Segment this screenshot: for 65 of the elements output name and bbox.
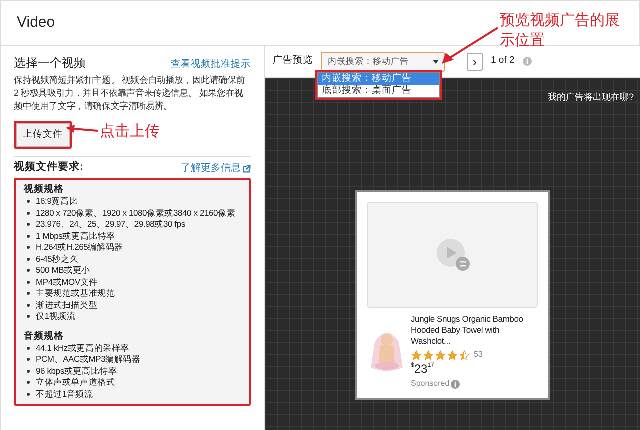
spec-heading: 视频规格 <box>24 184 65 196</box>
bullet-icon <box>27 358 30 362</box>
info-icon <box>522 57 532 66</box>
spec-item: 500 MB或更小 <box>36 265 90 276</box>
product-title[interactable]: Jungle Snugs Organic Bamboo Hooded Baby Towel with Washclot... <box>411 314 538 347</box>
star-icon <box>411 350 422 360</box>
spec-item: H.264或H.265编解码器 <box>36 242 124 254</box>
spec-item: PCM、AAC或MP3编解码器 <box>36 354 141 366</box>
bullet-icon <box>27 200 30 204</box>
review-count: 53 <box>474 349 483 361</box>
section-title: 选择一个视频 <box>14 55 86 72</box>
play-icon <box>434 238 470 272</box>
placement-select[interactable]: 内嵌搜索：移动广告 <box>321 52 445 72</box>
bullet-icon <box>27 292 30 296</box>
spec-item: 16:9宽高比 <box>36 196 78 208</box>
spec-item: 44.1 kHz或更高的采样率 <box>36 342 130 354</box>
dropdown-option[interactable]: 内嵌搜索：移动广告 <box>318 73 439 85</box>
page-counter: 1 of 2 <box>491 54 515 68</box>
spec-item: 1280 x 720像素、1920 x 1080像素或3840 x 2160像素 <box>36 208 236 219</box>
bullet-icon <box>27 212 30 215</box>
spec-item: MP4或MOV文件 <box>36 276 98 288</box>
learn-more-link[interactable]: 了解更多信息 <box>181 161 251 176</box>
spec-item: 渐进式扫描类型 <box>36 300 98 311</box>
dropdown-option[interactable]: 底部搜索：桌面广告 <box>318 85 439 97</box>
upload-button[interactable]: 上传文件 <box>14 121 72 150</box>
annotation-text: 预览视频广告的展示位置 <box>500 10 621 50</box>
spec-item: 不超过1音频流 <box>36 388 94 400</box>
next-button[interactable]: › <box>467 52 483 70</box>
annotation-text: 点击上传 <box>100 121 160 142</box>
spec-heading: 音频规格 <box>24 330 65 342</box>
star-icon <box>459 350 470 360</box>
external-link-icon <box>243 164 251 172</box>
spec-item: 96 kbps或更高比特率 <box>36 366 118 377</box>
star-icon <box>423 350 434 360</box>
spec-item: 23.976、24、25、29.97、29.98或30 fps <box>36 219 186 230</box>
description-text: 保持视频简短并紧扣主题。 视频会自动播放，因此请确保前 2 秒极具吸引力，并且不依靠声音来传递信息。 如果您在视频中使用了文字，请确保文字清晰易辨。 <box>14 74 246 113</box>
bullet-icon <box>27 370 30 373</box>
caret-icon <box>433 60 439 64</box>
bullet-icon <box>27 392 30 396</box>
bullet-icon <box>27 223 30 226</box>
page-title: Video <box>17 12 56 33</box>
guide-link[interactable]: 查看视频批准提示 <box>171 58 251 72</box>
bullet-icon <box>27 280 30 284</box>
spec-item: 1 Mbps或更高比特率 <box>36 230 116 242</box>
bullet-icon <box>27 269 30 272</box>
info-icon <box>450 380 460 388</box>
bullet-icon <box>27 246 30 250</box>
preview-label: 广告预览 <box>273 54 313 68</box>
placement-help-link[interactable]: 我的广告将出现在哪? <box>548 92 634 102</box>
bullet-icon <box>27 234 30 238</box>
spec-item: 立体声或单声道格式 <box>36 377 116 388</box>
annotation-arrow <box>66 125 98 135</box>
star-icon <box>435 350 446 360</box>
spec-item: 主要规范或基准规范 <box>36 288 116 300</box>
spec-item: 6-45秒之久 <box>36 254 79 265</box>
bullet-icon <box>27 304 30 307</box>
bullet-icon <box>27 315 30 318</box>
bullet-icon <box>27 346 30 350</box>
bullet-icon <box>27 258 30 261</box>
spec-item: 仅1视频流 <box>36 311 76 322</box>
sponsored-label: Sponsored <box>411 378 450 390</box>
annotation-arrow <box>440 26 500 66</box>
star-icon <box>447 350 458 360</box>
requirements-title: 视频文件要求: <box>14 160 84 176</box>
bullet-icon <box>27 381 30 384</box>
